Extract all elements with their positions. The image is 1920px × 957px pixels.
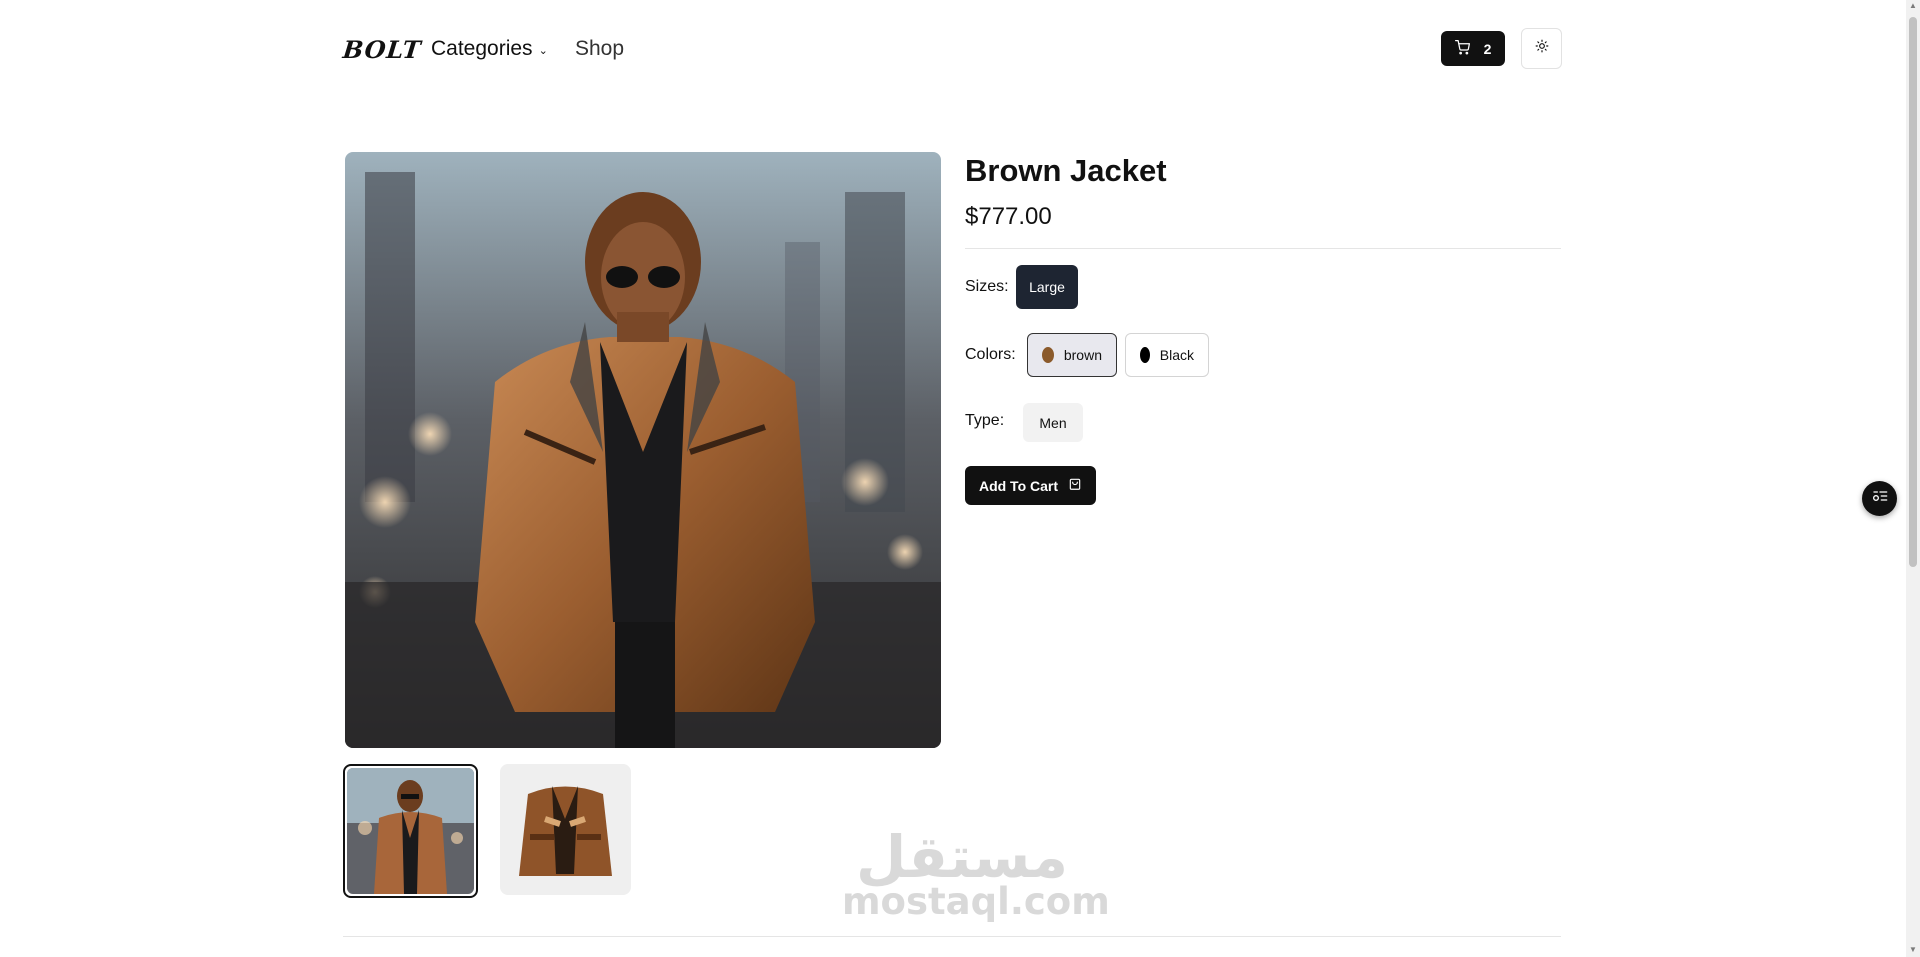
sun-icon xyxy=(1535,39,1549,58)
nav-shop-link[interactable]: Shop xyxy=(575,37,624,61)
cart-button[interactable]: 2 xyxy=(1441,31,1505,66)
chevron-down-icon: ⌄ xyxy=(538,44,548,57)
product-thumbnail-2[interactable] xyxy=(500,764,631,895)
watermark-latin: mostaql.com xyxy=(842,880,1110,923)
watermark: مستقل mostaql.com xyxy=(842,823,1110,923)
black-swatch xyxy=(1140,347,1150,363)
floating-filter-button[interactable] xyxy=(1862,481,1897,516)
product-thumbnail-1[interactable] xyxy=(343,764,478,898)
add-to-cart-button[interactable]: Add To Cart xyxy=(965,466,1096,505)
bottom-divider xyxy=(343,936,1561,937)
scrollbar-thumb[interactable] xyxy=(1909,17,1917,567)
type-label: Type: xyxy=(965,412,1005,429)
color-option-black[interactable]: Black xyxy=(1125,333,1209,377)
cart-count: 2 xyxy=(1483,40,1492,57)
color-option-brown[interactable]: brown xyxy=(1027,333,1117,377)
sizes-label: Sizes: xyxy=(965,278,1009,295)
product-main-image xyxy=(345,152,941,748)
type-option-men[interactable]: Men xyxy=(1023,403,1083,442)
site-logo[interactable]: BOLT xyxy=(341,35,422,64)
site-header: BOLT Categories ⌄ Shop 2 xyxy=(341,28,1562,69)
color-option-label: Black xyxy=(1159,347,1194,363)
shopping-bag-icon xyxy=(1068,477,1082,494)
page-scrollbar[interactable]: ▲ ▼ xyxy=(1906,0,1920,957)
colors-label: Colors: xyxy=(965,346,1016,363)
color-option-label: brown xyxy=(1063,347,1102,363)
filter-list-icon xyxy=(1872,489,1888,508)
details-divider xyxy=(965,248,1561,249)
product-price: $777.00 xyxy=(965,203,1052,230)
product-title: Brown Jacket xyxy=(965,153,1167,188)
size-option-large[interactable]: Large xyxy=(1016,265,1078,309)
theme-toggle-button[interactable] xyxy=(1521,28,1562,69)
scroll-down-arrow-icon[interactable]: ▼ xyxy=(1909,946,1917,954)
watermark-arabic: مستقل xyxy=(855,823,1069,891)
nav-categories-label: Categories xyxy=(431,37,533,60)
scroll-up-arrow-icon[interactable]: ▲ xyxy=(1909,2,1917,10)
cart-icon xyxy=(1454,39,1470,58)
add-to-cart-label: Add To Cart xyxy=(978,477,1059,494)
brown-swatch xyxy=(1042,347,1054,363)
nav-categories-dropdown[interactable]: Categories ⌄ xyxy=(431,37,548,61)
